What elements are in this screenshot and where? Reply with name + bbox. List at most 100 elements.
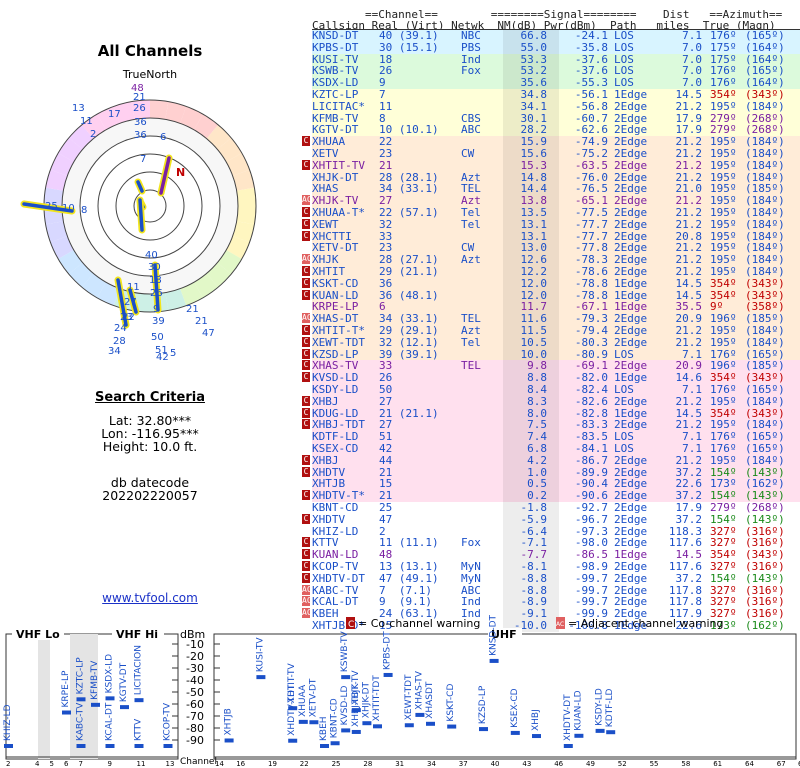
- cell-mi: 14.5: [675, 276, 703, 290]
- polar-channel-label: 6: [160, 132, 166, 143]
- co-channel-warning-icon: C: [302, 159, 310, 170]
- cell-ch: 11: [379, 99, 393, 113]
- adjacent-channel-warning-icon: AC: [302, 195, 312, 206]
- svg-text:C: C: [348, 620, 354, 630]
- table-row: C XHDTV-DT 47 (49.1) MyN -8.8 -99.7 2Edge 37.2 1…: [302, 571, 800, 585]
- uhf-station-label: XHASDT: [425, 681, 435, 719]
- uhf-signal-bar: [595, 728, 605, 733]
- cell-az: 154º: [710, 571, 737, 585]
- vhf-signal-bar: [134, 744, 144, 748]
- uhf-signal-bar: [362, 721, 372, 726]
- cell-pw: -56.8: [574, 99, 608, 113]
- polar-wedge: [236, 187, 256, 206]
- polar-channel-label: 10: [62, 203, 75, 214]
- uhf-station-label: KUAN-LD: [573, 690, 583, 730]
- cell-mg: (184º): [745, 394, 785, 408]
- uhf-station-label: XHTIT-TDT: [372, 675, 382, 722]
- polar-channel-label: 42: [156, 352, 169, 363]
- cell-mi: 21.2: [675, 158, 703, 172]
- vhf-signal-bar: [62, 710, 71, 715]
- polar-channel-label: 11: [127, 282, 140, 293]
- cell-ch: 27: [379, 394, 393, 408]
- vhf-signal-bar: [163, 744, 173, 748]
- uhf-x-tick-label: 52: [618, 760, 627, 768]
- uhf-station-label: XHDTV-DT: [563, 694, 573, 741]
- vhf-signal-bar: [76, 697, 86, 702]
- channel-axis-label: Channel: [180, 757, 217, 767]
- vhf-signal-bar: [120, 705, 129, 710]
- co-channel-warning-icon: C: [302, 466, 310, 477]
- cell-mg: (184º): [745, 217, 785, 231]
- cell-mg: (184º): [745, 99, 785, 113]
- cell-cs: LICITAC*: [312, 99, 365, 113]
- uhf-x-tick-label: 58: [681, 760, 690, 768]
- cell-pa: 2Edge: [614, 571, 648, 585]
- cell-mi: 37.2: [675, 512, 703, 526]
- cell-mg: (184º): [745, 335, 785, 349]
- uhf-signal-bar: [415, 712, 425, 717]
- uhf-x-tick-label: 14: [215, 760, 224, 768]
- polar-channel-label: 27: [124, 297, 137, 308]
- uhf-station-label: XETV-DT: [308, 678, 318, 717]
- polar-wedge: [150, 100, 169, 120]
- cell-nm: -8.8: [520, 571, 548, 585]
- cell-pa: LOS: [614, 40, 634, 54]
- cell-nm: 4.2: [527, 453, 547, 467]
- vhf-station-label: KSDX-LD: [105, 654, 115, 694]
- cell-az: 195º: [710, 158, 737, 172]
- cell-mg: (184º): [745, 158, 785, 172]
- uhf-signal-bar: [447, 724, 457, 729]
- co-channel-warning-icon: C: [302, 572, 310, 583]
- cell-ch: 30 (15.1): [379, 40, 439, 54]
- polar-channel-label: 40: [145, 250, 158, 261]
- cell-ch: 36: [379, 276, 393, 290]
- cell-nm: 10.5: [520, 335, 548, 349]
- uhf-x-tick-label: 31: [395, 760, 404, 768]
- polar-channel-label: 36: [134, 117, 147, 128]
- table-row: C XEWT-TDT 32 (12.1) Tel 10.5 -80.3 2Edge 21.2 1…: [302, 335, 800, 349]
- vhf-signal-bar: [134, 698, 144, 703]
- uhf-station-label: KVSD-LD: [340, 685, 350, 725]
- cell-az: 195º: [710, 99, 737, 113]
- cell-nm: 12.0: [520, 276, 548, 290]
- co-channel-warning-icon: C: [302, 289, 310, 300]
- vhf-x-tick-label: 9: [108, 760, 112, 768]
- cell-mi: 21.2: [675, 335, 703, 349]
- polar-channel-label: 23: [120, 312, 133, 323]
- polar-channel-label: 9: [153, 304, 159, 315]
- uhf-x-tick-label: 34: [427, 760, 436, 768]
- adjacent-channel-legend: = Adjacent channel warning: [568, 617, 724, 630]
- cell-pw: -78.8: [574, 276, 608, 290]
- uhf-signal-bar: [563, 744, 573, 748]
- cell-az: 354º: [710, 276, 737, 290]
- adjacent-channel-warning-icon: AC: [302, 584, 312, 595]
- vhf-x-tick-label: 13: [166, 760, 175, 768]
- cell-pa: 1Edge: [614, 276, 648, 290]
- vhf-signal-bar: [105, 696, 115, 701]
- cell-pa: 2Edge: [614, 158, 648, 172]
- uhf-station-label: KBEH: [319, 716, 329, 741]
- cell-pw: -77.7: [574, 217, 608, 231]
- uhf-x-tick-label: 64: [745, 760, 754, 768]
- cell-pw: -96.7: [574, 512, 608, 526]
- cell-ch: 47: [379, 512, 393, 526]
- vhf-station-label: KGTV-DT: [119, 662, 129, 702]
- uhf-x-tick-label: 55: [650, 760, 659, 768]
- tvfool-link[interactable]: www.tvfool.com: [0, 591, 300, 605]
- polar-channel-label: 21: [133, 92, 146, 103]
- table-row: C XHTIT-TV 21 15.3 -63.5 2Edge 21.2 195º (184º): [302, 158, 800, 172]
- cell-mi: 21.2: [675, 217, 703, 231]
- table-row: LICITAC* 11 34.1 -56.8 2Edge 21.2 195º (184º): [312, 99, 800, 113]
- cell-cs: KPBS-DT: [312, 40, 359, 54]
- uhf-x-tick-label: 49: [586, 760, 595, 768]
- co-channel-warning-icon: C: [302, 266, 310, 276]
- uhf-station-label: KSDY-LD: [595, 688, 605, 726]
- uhf-signal-bar: [489, 658, 499, 663]
- vhf-signal-bar: [4, 744, 13, 748]
- cell-mg: (143º): [745, 512, 785, 526]
- cell-pa: 2Edge: [614, 453, 648, 467]
- y-tick-label: -90: [186, 734, 204, 747]
- cell-mg: (164º): [745, 40, 785, 54]
- uhf-signal-bar: [373, 724, 382, 729]
- table-row: C XEWT 32 Tel 13.1 -77.7 2Edge 21.2 195º (184º): [302, 217, 800, 231]
